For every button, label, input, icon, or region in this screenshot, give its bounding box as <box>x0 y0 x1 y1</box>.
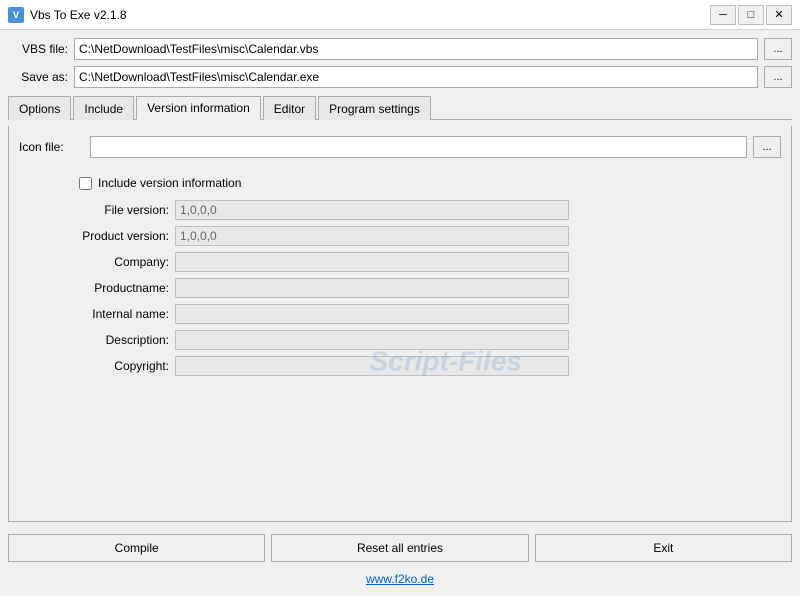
company-label: Company: <box>49 255 169 269</box>
copyright-label: Copyright: <box>49 359 169 373</box>
include-version-checkbox[interactable] <box>79 177 92 190</box>
title-bar-left: V Vbs To Exe v2.1.8 <box>8 7 127 23</box>
version-content-area: Include version information File version… <box>19 166 781 511</box>
vbs-file-input[interactable] <box>74 38 758 60</box>
save-as-input[interactable] <box>74 66 758 88</box>
file-version-row: File version: <box>49 200 569 220</box>
footer: www.f2ko.de <box>8 570 792 588</box>
bottom-buttons: Compile Reset all entries Exit <box>8 528 792 564</box>
maximize-button[interactable]: □ <box>738 5 764 25</box>
tab-options[interactable]: Options <box>8 96 71 120</box>
window-controls: ─ □ ✕ <box>710 5 792 25</box>
version-form-fields: File version: Product version: Company: … <box>49 200 569 376</box>
compile-button[interactable]: Compile <box>8 534 265 562</box>
icon-file-input[interactable] <box>90 136 747 158</box>
productname-input[interactable] <box>175 278 569 298</box>
internal-name-label: Internal name: <box>49 307 169 321</box>
tab-version-information[interactable]: Version information <box>136 96 261 120</box>
app-title: Vbs To Exe v2.1.8 <box>30 8 127 22</box>
internal-name-input[interactable] <box>175 304 569 324</box>
product-version-input[interactable] <box>175 226 569 246</box>
company-input[interactable] <box>175 252 569 272</box>
save-as-browse-button[interactable]: ... <box>764 66 792 88</box>
reset-button[interactable]: Reset all entries <box>271 534 528 562</box>
icon-file-label: Icon file: <box>19 140 84 154</box>
main-window: VBS file: ... Save as: ... Options Inclu… <box>0 30 800 596</box>
save-as-row: Save as: ... <box>8 66 792 88</box>
save-as-label: Save as: <box>8 70 68 84</box>
icon-file-row: Icon file: ... <box>19 136 781 158</box>
productname-row: Productname: <box>49 278 569 298</box>
tab-bar: Options Include Version information Edit… <box>8 96 792 120</box>
vbs-file-row: VBS file: ... <box>8 38 792 60</box>
app-icon: V <box>8 7 24 23</box>
tab-panel-version-information: Icon file: ... Include version informati… <box>8 126 792 522</box>
copyright-input[interactable] <box>175 356 569 376</box>
file-version-input[interactable] <box>175 200 569 220</box>
tab-program-settings[interactable]: Program settings <box>318 96 431 120</box>
description-input[interactable] <box>175 330 569 350</box>
product-version-label: Product version: <box>49 229 169 243</box>
product-version-row: Product version: <box>49 226 569 246</box>
copyright-row: Copyright: <box>49 356 569 376</box>
tab-include[interactable]: Include <box>73 96 134 120</box>
description-label: Description: <box>49 333 169 347</box>
close-button[interactable]: ✕ <box>766 5 792 25</box>
include-version-label: Include version information <box>98 176 241 190</box>
description-row: Description: <box>49 330 569 350</box>
icon-file-browse-button[interactable]: ... <box>753 136 781 158</box>
tab-editor[interactable]: Editor <box>263 96 316 120</box>
productname-label: Productname: <box>49 281 169 295</box>
title-bar: V Vbs To Exe v2.1.8 ─ □ ✕ <box>0 0 800 30</box>
exit-button[interactable]: Exit <box>535 534 792 562</box>
file-version-label: File version: <box>49 203 169 217</box>
footer-link[interactable]: www.f2ko.de <box>366 572 434 586</box>
minimize-button[interactable]: ─ <box>710 5 736 25</box>
vbs-file-label: VBS file: <box>8 42 68 56</box>
include-version-row: Include version information <box>79 176 241 190</box>
internal-name-row: Internal name: <box>49 304 569 324</box>
company-row: Company: <box>49 252 569 272</box>
vbs-file-browse-button[interactable]: ... <box>764 38 792 60</box>
